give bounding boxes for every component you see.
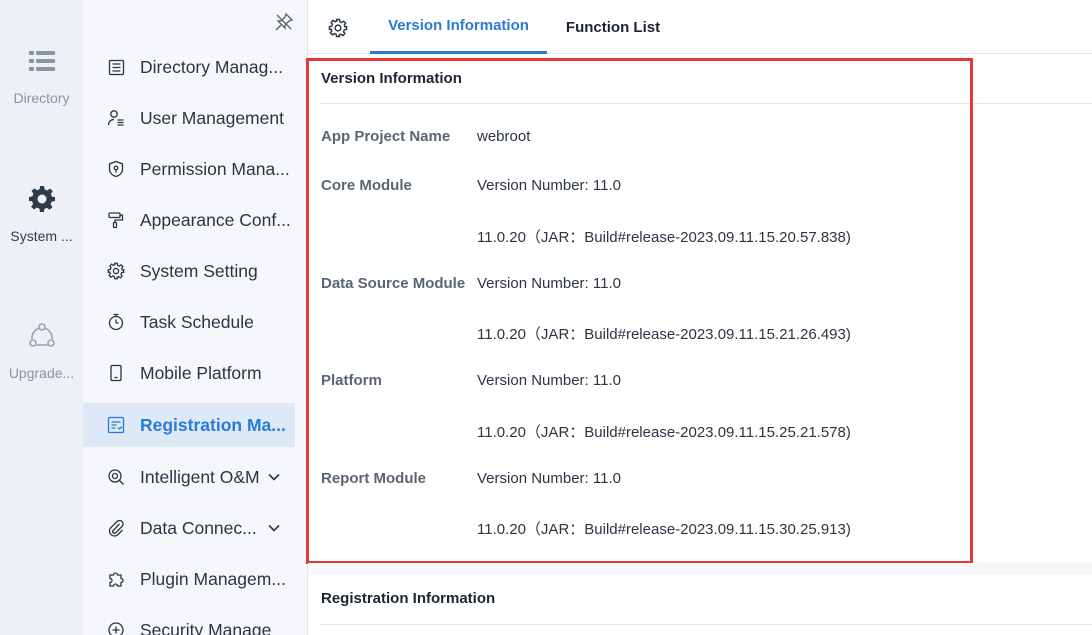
chevron-down-icon[interactable] xyxy=(267,470,281,484)
sidebar-item-label: System Setting xyxy=(140,260,258,281)
pin-icon[interactable] xyxy=(274,12,296,34)
sidebar-item-label: Security Manage xyxy=(140,619,272,635)
main-content: Version Information Function List Versio… xyxy=(306,0,1092,635)
sidebar-item-mobile-platform[interactable]: Mobile Platform xyxy=(83,351,295,395)
chevron-down-icon[interactable] xyxy=(267,521,281,535)
sidebar-item-label: Mobile Platform xyxy=(140,362,262,383)
rail-item-directory[interactable]: Directory xyxy=(0,46,83,106)
gear-icon xyxy=(107,262,125,280)
stopwatch-icon xyxy=(107,313,125,331)
rail-item-label: Directory xyxy=(13,90,70,106)
security-icon xyxy=(107,621,125,635)
shield-icon xyxy=(107,160,125,178)
sidebar-item-security-management[interactable]: Security Manage xyxy=(83,608,295,635)
sidebar-item-permission-management[interactable]: Permission Mana... xyxy=(83,147,295,191)
sidebar-item-appearance-configuration[interactable]: Appearance Conf... xyxy=(83,198,295,242)
left-rail: Directory System ... Upgrade... xyxy=(0,0,83,635)
registration-icon xyxy=(107,416,125,434)
paperclip-icon xyxy=(107,519,125,537)
puzzle-icon xyxy=(107,570,125,588)
sidebar-item-label: Data Connec... xyxy=(140,517,257,538)
sidebar-item-user-management[interactable]: User Management xyxy=(83,96,295,140)
registration-info-title: Registration Information xyxy=(321,590,496,607)
sidebar-item-directory-management[interactable]: Directory Manag... xyxy=(83,45,295,89)
sidebar-item-system-setting[interactable]: System Setting xyxy=(83,249,295,293)
rail-item-label: Upgrade... xyxy=(8,365,75,381)
rail-item-system[interactable]: System ... xyxy=(0,184,83,244)
mobile-icon xyxy=(107,364,125,382)
paint-roller-icon xyxy=(107,211,125,229)
sidebar-item-label: Appearance Conf... xyxy=(140,209,291,230)
highlight-box xyxy=(306,58,973,564)
sidebar-item-label: Permission Mana... xyxy=(140,158,290,179)
sidebar-item-label: Registration Ma... xyxy=(140,414,286,435)
sidebar-item-task-schedule[interactable]: Task Schedule xyxy=(83,300,295,344)
sidebar-item-label: Task Schedule xyxy=(140,311,254,332)
sidebar-item-data-connection[interactable]: Data Connec... xyxy=(83,506,295,550)
divider xyxy=(321,624,1092,625)
sidebar-menu: Directory Manag... User Management Permi… xyxy=(83,0,307,635)
section-separator xyxy=(308,563,1092,575)
sidebar-item-label: Plugin Managem... xyxy=(140,568,286,589)
sidebar-item-registration-management[interactable]: Registration Ma... xyxy=(83,403,295,447)
list-icon xyxy=(27,46,57,76)
rail-item-label: System ... xyxy=(10,228,73,244)
settings-gear-icon[interactable] xyxy=(328,18,348,38)
gear-icon xyxy=(27,184,57,214)
sidebar-item-label: User Management xyxy=(140,107,284,128)
rail-item-upgrade[interactable]: Upgrade... xyxy=(0,321,83,381)
sidebar-item-label: Directory Manag... xyxy=(140,56,283,77)
tab-function-list[interactable]: Function List xyxy=(548,0,678,54)
directory-icon xyxy=(107,58,125,76)
om-icon xyxy=(107,468,125,486)
sidebar-item-plugin-management[interactable]: Plugin Managem... xyxy=(83,557,295,601)
tab-bar: Version Information Function List xyxy=(308,0,1092,54)
sidebar-item-intelligent-om[interactable]: Intelligent O&M xyxy=(83,455,295,499)
sidebar-item-label: Intelligent O&M xyxy=(140,466,260,487)
user-list-icon xyxy=(107,109,125,127)
nodes-icon xyxy=(27,321,57,351)
tab-version-information[interactable]: Version Information xyxy=(370,0,547,54)
